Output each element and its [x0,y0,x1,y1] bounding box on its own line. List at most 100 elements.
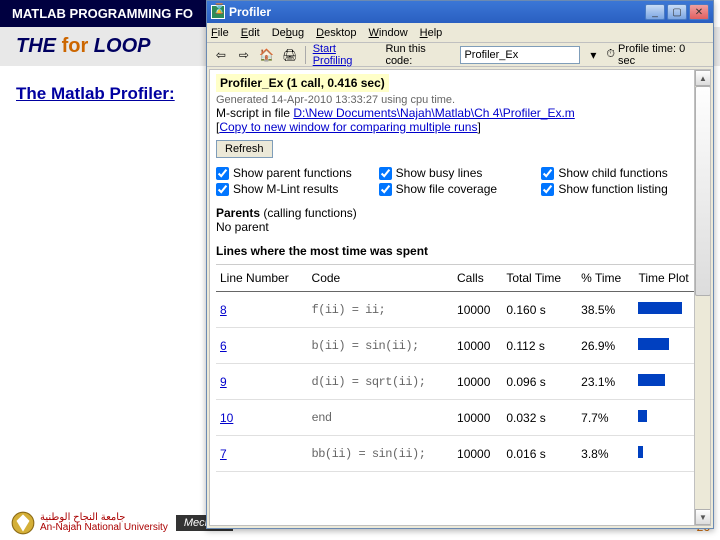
cb-mlint-label: Show M-Lint results [233,182,338,196]
time-plot-bar [638,302,682,314]
app-icon [211,5,225,19]
menu-file[interactable]: File [211,27,229,39]
window-buttons: _ ▢ ✕ [645,4,709,20]
profile-table: Line Number Code Calls Total Time % Time… [216,264,704,472]
time-cell: 0.032 s [502,400,577,436]
table-row: 9d(ii) = sqrt(ii);100000.096 s23.1% [216,364,704,400]
scroll-up-button[interactable]: ▲ [695,70,711,86]
time-cell: 0.112 s [502,328,577,364]
code-cell: d(ii) = sqrt(ii); [308,364,453,400]
calls-cell: 10000 [453,292,502,328]
col-total[interactable]: Total Time [502,265,577,292]
nav-back-button[interactable]: ⇦ [211,45,231,65]
scroll-thumb[interactable] [695,86,711,296]
pct-cell: 3.8% [577,436,634,472]
toolbar: ⇦ ⇨ 🏠 🖨 Start Profiling Run this code: ▾… [207,43,713,67]
table-row: 10end100000.032 s7.7% [216,400,704,436]
menu-desktop[interactable]: Desktop [316,27,356,39]
home-button[interactable]: 🏠 [257,45,277,65]
lines-title: Lines where the most time was spent [216,244,428,258]
copy-line: [Copy to new window for comparing multip… [216,120,704,134]
col-pct[interactable]: % Time [577,265,634,292]
cb-parent-input[interactable] [216,167,229,180]
pct-cell: 26.9% [577,328,634,364]
parents-section: Parents (calling functions) No parent [216,206,704,234]
timer-icon: ⏱ [606,48,615,61]
cb-coverage-label: Show file coverage [396,182,497,196]
path-prefix: M-script in file [216,106,293,120]
refresh-button[interactable]: Refresh [216,140,273,158]
scroll-down-button[interactable]: ▼ [695,509,711,525]
run-label: Run this code: [385,43,455,67]
time-cell: 0.160 s [502,292,577,328]
university-logo-icon [10,510,36,536]
cb-listing[interactable]: Show function listing [541,182,704,196]
checkbox-row-2: Show M-Lint results Show file coverage S… [216,182,704,196]
col-calls[interactable]: Calls [453,265,502,292]
line-link[interactable]: 7 [220,447,227,461]
line-link[interactable]: 9 [220,375,227,389]
cb-coverage-input[interactable] [379,183,392,196]
cb-mlint-input[interactable] [216,183,229,196]
cb-mlint[interactable]: Show M-Lint results [216,182,379,196]
run-dropdown-button[interactable]: ▾ [583,45,603,65]
close-button[interactable]: ✕ [689,4,709,20]
start-profiling-link[interactable]: Start Profiling [313,43,379,67]
cb-listing-input[interactable] [541,183,554,196]
minimize-button[interactable]: _ [645,4,665,20]
cb-listing-label: Show function listing [558,182,667,196]
content-area: Profiler_Ex (1 call, 0.416 sec) Generate… [209,69,711,526]
vertical-scrollbar[interactable]: ▲ ▼ [694,70,710,525]
menu-debug[interactable]: Debug [272,27,304,39]
title-for: for [62,35,89,57]
title-pre: THE [16,35,62,57]
menu-window[interactable]: Window [369,27,408,39]
window-title: Profiler [229,5,645,19]
table-row: 6 b(ii) = sin(ii);100000.112 s26.9% [216,328,704,364]
code-cell: end [308,400,453,436]
line-link[interactable]: 8 [220,303,227,317]
code-cell: f(ii) = ii; [308,292,453,328]
time-plot-bar [638,446,643,458]
col-line[interactable]: Line Number [216,265,308,292]
maximize-button[interactable]: ▢ [667,4,687,20]
table-row: 7bb(ii) = sin(ii);100000.016 s3.8% [216,436,704,472]
cb-parent[interactable]: Show parent functions [216,166,379,180]
time-plot-bar [638,338,669,350]
pct-cell: 38.5% [577,292,634,328]
cb-child[interactable]: Show child functions [541,166,704,180]
uni-name-en: An-Najah National University [40,522,168,533]
window-titlebar[interactable]: Profiler _ ▢ ✕ [207,1,713,23]
menu-edit[interactable]: Edit [241,27,260,39]
cb-busy[interactable]: Show busy lines [379,166,542,180]
script-path-link[interactable]: D:\New Documents\Najah\Matlab\Ch 4\Profi… [293,106,574,120]
run-code-input[interactable] [460,46,580,64]
toolbar-separator [305,46,306,64]
content-inner: Profiler_Ex (1 call, 0.416 sec) Generate… [210,70,710,476]
time-plot-bar [638,374,665,386]
print-button[interactable]: 🖨 [280,45,300,65]
cb-child-input[interactable] [541,167,554,180]
pct-cell: 23.1% [577,364,634,400]
nav-forward-button[interactable]: ⇨ [234,45,254,65]
checkbox-row-1: Show parent functions Show busy lines Sh… [216,166,704,180]
cb-coverage[interactable]: Show file coverage [379,182,542,196]
line-link[interactable]: 6 [220,339,227,353]
parents-none: No parent [216,220,269,234]
profile-time-text: Profile time: 0 sec [618,43,705,67]
line-link[interactable]: 10 [220,411,233,425]
summary-header: Profiler_Ex (1 call, 0.416 sec) [216,74,389,92]
calls-cell: 10000 [453,436,502,472]
table-header-row: Line Number Code Calls Total Time % Time… [216,265,704,292]
script-path-line: M-script in file D:\New Documents\Najah\… [216,106,704,120]
presentation-slide: MATLAB PROGRAMMING FO THE for LOOP The M… [0,0,720,540]
parents-title: Parents [216,206,260,220]
menu-help[interactable]: Help [420,27,443,39]
calls-cell: 10000 [453,328,502,364]
col-code[interactable]: Code [308,265,453,292]
copy-link[interactable]: Copy to new window for comparing multipl… [219,120,477,134]
cb-busy-input[interactable] [379,167,392,180]
generated-line: Generated 14-Apr-2010 13:33:27 using cpu… [216,94,704,106]
profile-time: ⏱ Profile time: 0 sec [606,43,709,67]
code-cell: b(ii) = sin(ii); [308,328,453,364]
